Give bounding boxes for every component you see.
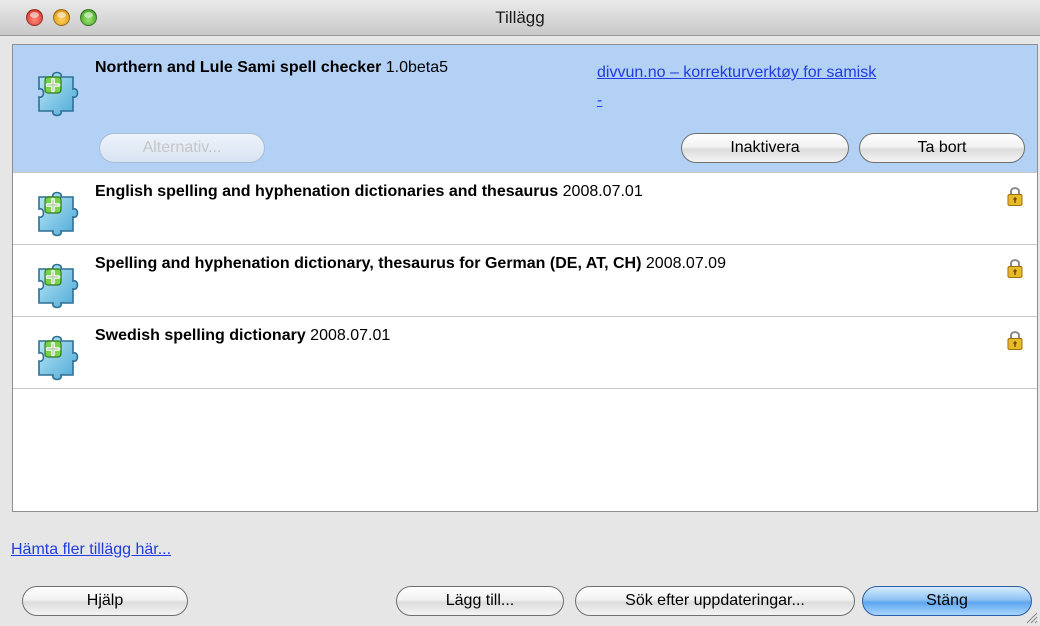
lock-icon [1007, 185, 1023, 207]
get-more-extensions-link[interactable]: Hämta fler tillägg här... [11, 541, 171, 559]
link-line-2[interactable]: - [597, 87, 987, 115]
extension-title: Northern and Lule Sami spell checker 1.0… [95, 59, 448, 77]
window-title: Tillägg [495, 8, 545, 27]
lock-icon [1007, 329, 1023, 351]
extension-title: English spelling and hyphenation diction… [95, 183, 643, 201]
title-bar[interactable]: Tillägg [0, 0, 1040, 36]
link-line-1[interactable]: divvun.no – korrekturverktøy for samisk [597, 59, 987, 87]
extension-name: Northern and Lule Sami spell checker [95, 59, 382, 76]
puzzle-piece-icon [33, 67, 85, 119]
extension-row-sami[interactable]: Northern and Lule Sami spell checker 1.0… [13, 45, 1037, 173]
lock-icon [1007, 257, 1023, 279]
extension-version: 1.0beta5 [385, 59, 449, 76]
extension-row-swedish[interactable]: Swedish spelling dictionary 2008.07.01 [13, 317, 1037, 389]
puzzle-piece-icon [33, 331, 85, 383]
help-button[interactable]: Hjälp [22, 586, 188, 616]
add-button[interactable]: Lägg till... [396, 586, 564, 616]
options-button[interactable]: Alternativ... [99, 133, 265, 163]
disable-button[interactable]: Inaktivera [681, 133, 849, 163]
extension-version: 2008.07.01 [310, 327, 391, 344]
extension-name: Spelling and hyphenation dictionary, the… [95, 255, 642, 272]
puzzle-piece-icon [33, 187, 85, 239]
extension-name: English spelling and hyphenation diction… [95, 183, 559, 200]
extension-title: Spelling and hyphenation dictionary, the… [95, 255, 726, 273]
remove-button[interactable]: Ta bort [859, 133, 1025, 163]
extension-version: 2008.07.01 [562, 183, 643, 200]
extension-version: 2008.07.09 [645, 255, 726, 272]
resize-grip-icon[interactable] [1024, 610, 1038, 624]
puzzle-piece-icon [33, 259, 85, 311]
close-button[interactable]: Stäng [862, 586, 1032, 616]
extension-row-german[interactable]: Spelling and hyphenation dictionary, the… [13, 245, 1037, 317]
check-updates-button[interactable]: Sök efter uppdateringar... [575, 586, 855, 616]
extension-homepage-link[interactable]: divvun.no – korrekturverktøy for samisk … [597, 59, 987, 115]
extension-list[interactable]: Northern and Lule Sami spell checker 1.0… [12, 44, 1038, 512]
extension-name: Swedish spelling dictionary [95, 327, 306, 344]
extension-row-english[interactable]: English spelling and hyphenation diction… [13, 173, 1037, 245]
extension-title: Swedish spelling dictionary 2008.07.01 [95, 327, 390, 345]
extension-manager-window: Tillägg Northern and Lule Sami spell che… [0, 0, 1040, 626]
